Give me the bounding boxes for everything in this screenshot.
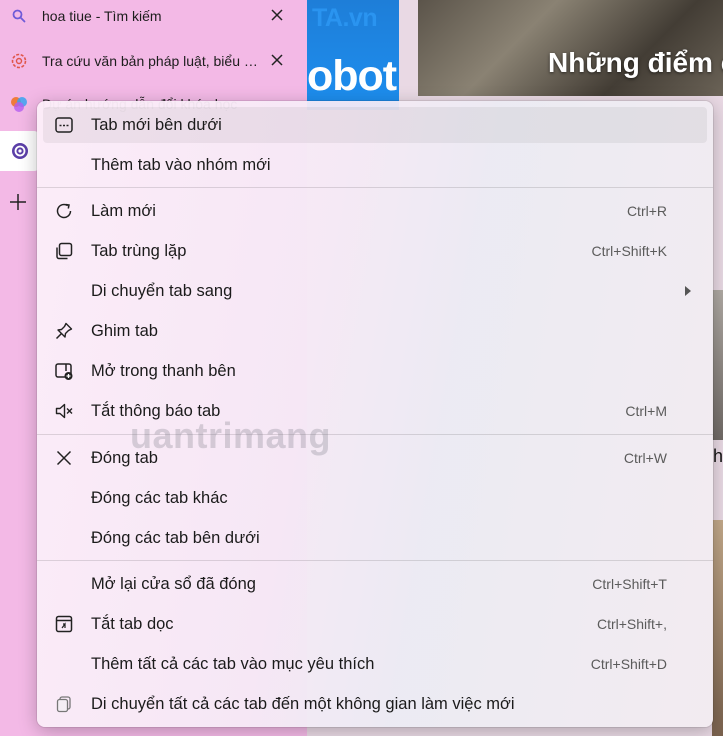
menu-item-label: Di chuyển tab sang xyxy=(91,281,233,300)
menu-item-shortcut: Ctrl+Shift+, xyxy=(596,616,667,632)
submenu-arrow-icon xyxy=(685,286,691,296)
tab-title: hoa tiue - Tìm kiếm xyxy=(42,8,162,24)
vertical-tabs-icon xyxy=(53,613,75,635)
menu-item-shortcut: Ctrl+R xyxy=(626,203,667,219)
new-tab-below-icon xyxy=(53,114,75,136)
menu-item-add-all-to-favorites[interactable]: Thêm tất cả các tab vào mục yêu thích Ct… xyxy=(43,646,707,682)
menu-item-label: Tab mới bên dưới xyxy=(91,115,222,134)
article-caption: Những điểm c xyxy=(548,47,723,78)
close-icon[interactable] xyxy=(268,6,286,24)
menu-item-label: Tab trùng lặp xyxy=(91,241,187,260)
menu-item-add-to-new-group[interactable]: Thêm tab vào nhóm mới xyxy=(43,147,707,183)
menu-item-label: Thêm tab vào nhóm mới xyxy=(91,155,271,174)
close-icon xyxy=(53,447,75,469)
duplicate-icon xyxy=(53,240,75,262)
close-icon[interactable] xyxy=(268,51,286,69)
refresh-icon xyxy=(53,200,75,222)
menu-separator xyxy=(37,434,713,435)
tab-context-menu: Tab mới bên dưới Thêm tab vào nhóm mới L… xyxy=(37,101,713,727)
mute-icon xyxy=(53,400,75,422)
copilot-icon xyxy=(11,142,29,160)
menu-item-reopen-closed-window[interactable]: Mở lại cửa sổ đã đóng Ctrl+Shift+T xyxy=(43,566,707,602)
search-icon xyxy=(10,7,28,25)
menu-item-label: Mở trong thanh bên xyxy=(91,361,236,380)
gear-icon xyxy=(10,52,28,70)
menu-item-shortcut: Ctrl+M xyxy=(625,403,667,419)
article-thumbnail xyxy=(712,520,723,736)
site-brand-bottom: obot xyxy=(307,52,397,100)
menu-separator xyxy=(37,560,713,561)
menu-item-label: Mở lại cửa sổ đã đóng xyxy=(91,574,256,593)
article-heading-fragment: h xyxy=(713,446,723,466)
article-thumbnail xyxy=(712,290,723,440)
menu-item-shortcut: Ctrl+Shift+T xyxy=(592,576,667,592)
menu-item-pin-tab[interactable]: Ghim tab xyxy=(43,313,707,349)
site-banner: TA.vn obot xyxy=(307,0,399,110)
menu-item-shortcut: Ctrl+Shift+D xyxy=(590,656,667,672)
menu-item-label: Tắt thông báo tab xyxy=(91,401,221,420)
menu-item-new-tab-below[interactable]: Tab mới bên dưới xyxy=(43,107,707,143)
menu-item-close-other-tabs[interactable]: Đóng các tab khác xyxy=(43,480,707,516)
tab-item-active[interactable] xyxy=(0,131,40,171)
menu-item-move-all-to-workspace[interactable]: Di chuyển tất cả các tab đến một không g… xyxy=(43,686,707,722)
menu-item-label: Đóng các tab khác xyxy=(91,488,228,507)
menu-item-label: Di chuyển tất cả các tab đến một không g… xyxy=(91,694,515,713)
menu-item-label: Đóng tab xyxy=(91,448,158,467)
menu-item-close-tabs-below[interactable]: Đóng các tab bên dưới xyxy=(43,520,707,556)
menu-item-shortcut: Ctrl+W xyxy=(623,450,667,466)
menu-item-label: Tắt tab dọc xyxy=(91,614,174,633)
workspace-icon xyxy=(53,693,75,715)
article-photo[interactable]: Những điểm c xyxy=(418,0,723,96)
colorful-logo-icon xyxy=(10,95,28,113)
menu-item-label: Thêm tất cả các tab vào mục yêu thích xyxy=(91,654,375,673)
menu-item-label: Đóng các tab bên dưới xyxy=(91,528,260,547)
tab-item-legal[interactable]: Tra cứu văn bản pháp luật, biểu mẫu xyxy=(0,41,300,81)
tab-item-search[interactable]: hoa tiue - Tìm kiếm xyxy=(0,0,300,36)
menu-item-close-tab[interactable]: Đóng tab Ctrl+W xyxy=(43,440,707,476)
menu-item-duplicate-tab[interactable]: Tab trùng lặp Ctrl+Shift+K xyxy=(43,233,707,269)
pin-icon xyxy=(53,320,75,342)
menu-item-label: Ghim tab xyxy=(91,321,158,340)
menu-item-refresh[interactable]: Làm mới Ctrl+R xyxy=(43,193,707,229)
site-brand-top: TA.vn xyxy=(312,4,378,32)
menu-item-shortcut: Ctrl+Shift+K xyxy=(591,243,667,259)
menu-separator xyxy=(37,187,713,188)
menu-item-open-in-sidebar[interactable]: Mở trong thanh bên xyxy=(43,353,707,389)
menu-item-mute-tab[interactable]: Tắt thông báo tab Ctrl+M xyxy=(43,393,707,429)
sidebar-icon xyxy=(53,360,75,382)
tab-title: Tra cứu văn bản pháp luật, biểu mẫu xyxy=(42,53,262,69)
menu-item-turn-off-vertical-tabs[interactable]: Tắt tab dọc Ctrl+Shift+, xyxy=(43,606,707,642)
menu-item-move-tab-to[interactable]: Di chuyển tab sang xyxy=(43,273,707,309)
menu-item-label: Làm mới xyxy=(91,201,156,220)
new-tab-plus-icon[interactable] xyxy=(8,192,28,212)
